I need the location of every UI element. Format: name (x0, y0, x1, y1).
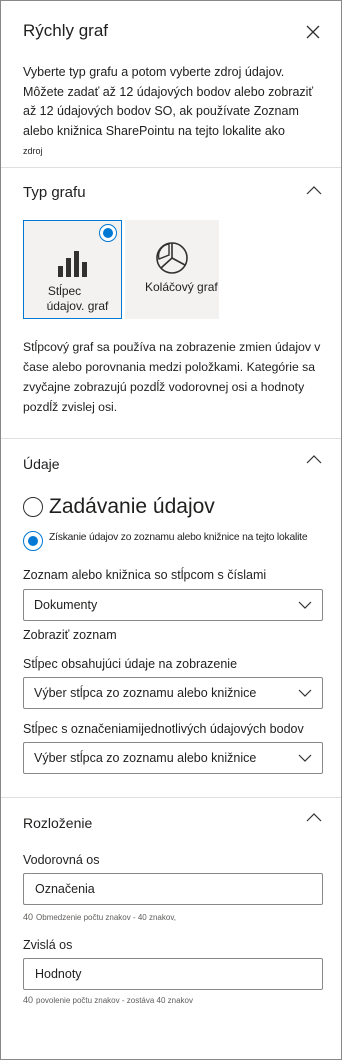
column-dropdown[interactable]: Výber stĺpca zo zoznamu alebo knižnice (23, 677, 323, 709)
horizontal-axis-field[interactable] (23, 873, 323, 905)
pie-tile-label: Koláčový graf (145, 280, 218, 294)
intro-text: Vyberte typ grafu a potom vyberte zdroj … (23, 63, 328, 162)
chevron-down-icon (298, 754, 312, 762)
horizontal-axis-hint-count: 40 (23, 912, 34, 922)
chevron-down-icon (298, 689, 312, 697)
horizontal-axis-input[interactable] (25, 875, 321, 903)
vertical-axis-label: Zvislá os (23, 938, 73, 952)
labels-column-dropdown-value: Výber stĺpca zo zoznamu alebo knižnice (34, 751, 257, 765)
panel-title: Rýchly graf (23, 21, 109, 40)
bar-chart-icon (58, 251, 87, 277)
column-dropdown-value: Výber stĺpca zo zoznamu alebo knižnice (34, 686, 257, 700)
column-tile-radio (99, 224, 117, 242)
list-dropdown[interactable]: Dokumenty (23, 589, 323, 621)
radio-enter-data-label[interactable]: Zadávanie údajov (49, 495, 215, 519)
pie-chart-icon (156, 242, 188, 274)
section-title-data: Údaje (23, 456, 60, 472)
radio-enter-data[interactable] (23, 497, 43, 517)
horizontal-axis-hint: 40 Obmedzenie počtu znakov - 40 znakov, (23, 912, 176, 922)
divider (1, 797, 341, 798)
vertical-axis-input[interactable] (25, 960, 321, 988)
labels-column-dropdown[interactable]: Výber stĺpca zo zoznamu alebo knižnice (23, 742, 323, 774)
horizontal-axis-hint-text: Obmedzenie počtu znakov - 40 znakov, (36, 913, 176, 922)
vertical-axis-hint-text: povolenie počtu znakov - zostáva 40 znak… (36, 996, 193, 1005)
chevron-up-icon[interactable] (306, 454, 322, 464)
vertical-axis-hint-count: 40 (23, 995, 34, 1005)
list-field-label: Zoznam alebo knižnica so stĺpcom s čísla… (23, 568, 267, 582)
section-title-layout: Rozloženie (23, 815, 93, 831)
view-list-link[interactable]: Zobraziť zoznam (23, 628, 117, 642)
close-icon[interactable] (304, 23, 322, 41)
column-tile-label-line2: údajov. graf (46, 299, 109, 313)
column-tile-label: Stĺpec údajov. graf (26, 284, 121, 314)
chart-type-pie-tile[interactable]: Koláčový graf (125, 220, 219, 319)
chart-type-description: Stĺpcový graf sa používa na zobrazenie z… (23, 340, 321, 414)
list-dropdown-value: Dokumenty (34, 598, 98, 612)
radio-list-data[interactable] (23, 531, 43, 551)
section-title-chart-type: Typ grafu (23, 184, 86, 201)
chevron-up-icon[interactable] (306, 185, 322, 195)
column-tile-label-line1: Stĺpec (47, 284, 82, 298)
horizontal-axis-label: Vodorovná os (23, 853, 100, 867)
column-field-label: Stĺpec obsahujúci údaje na zobrazenie (23, 657, 238, 671)
divider (1, 167, 341, 168)
radio-list-data-label[interactable]: Získanie údajov zo zoznamu alebo knižnic… (49, 532, 308, 543)
labels-column-field-label: Stĺpec s označeniamijednotlivých údajový… (23, 722, 304, 736)
vertical-axis-field[interactable] (23, 958, 323, 990)
intro-text-small: zdroj (23, 146, 43, 156)
chart-type-column-tile[interactable]: Stĺpec údajov. graf (23, 220, 122, 319)
chevron-down-icon (298, 601, 312, 609)
vertical-axis-hint: 40 povolenie počtu znakov - zostáva 40 zn… (23, 995, 193, 1005)
quick-chart-panel: Rýchly graf Vyberte typ grafu a potom vy… (0, 0, 342, 1060)
chevron-up-icon[interactable] (306, 812, 322, 822)
divider (1, 438, 341, 439)
intro-text-main: Vyberte typ grafu a potom vyberte zdroj … (23, 65, 314, 138)
